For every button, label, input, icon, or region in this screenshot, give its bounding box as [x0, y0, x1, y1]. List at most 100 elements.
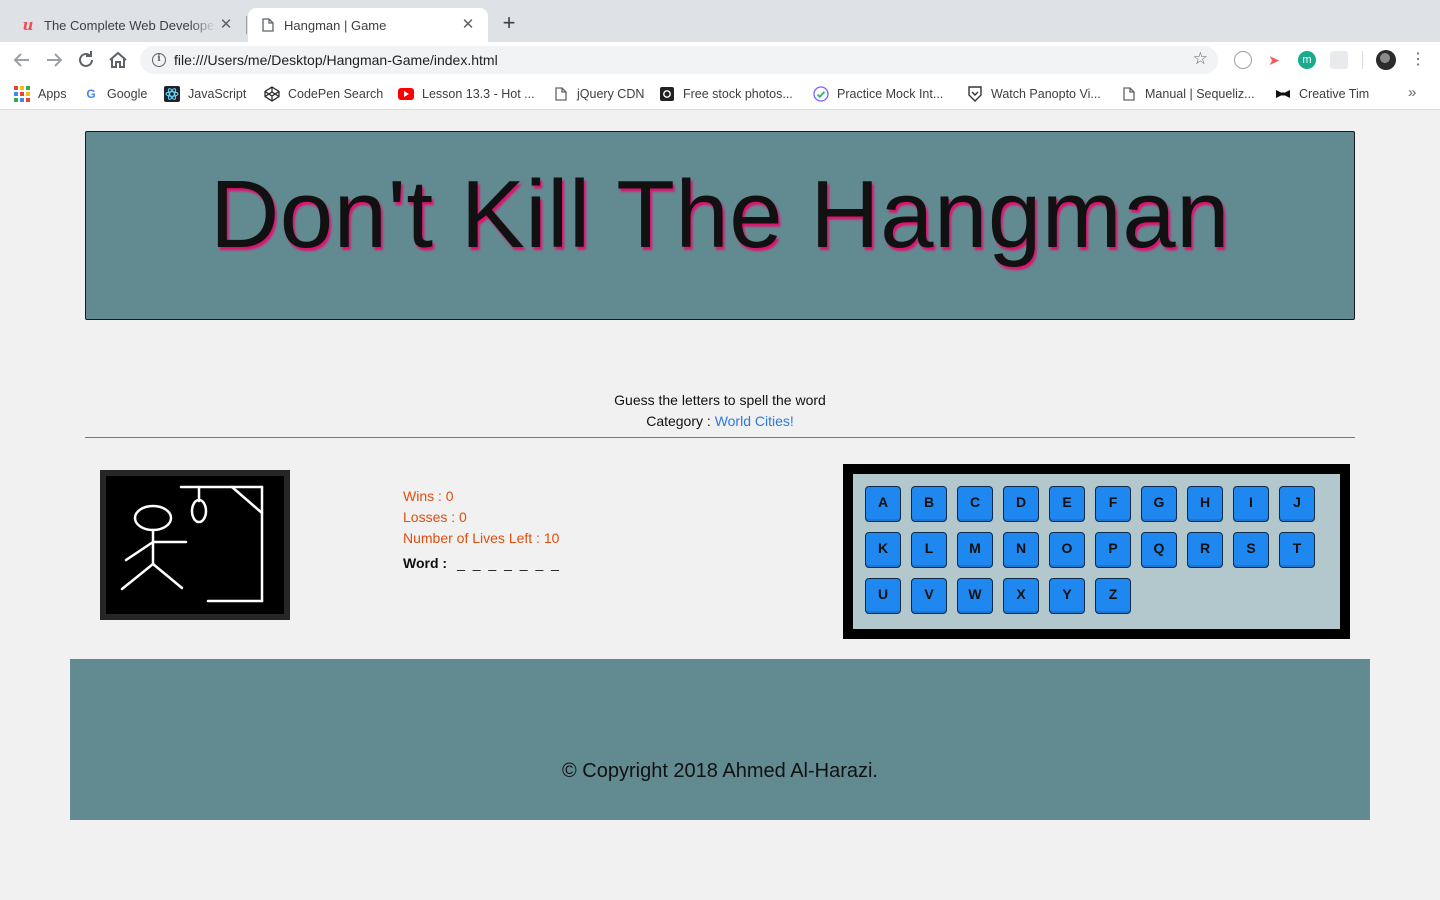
codepen-icon — [264, 86, 280, 102]
home-icon[interactable] — [106, 48, 130, 72]
letter-key-t[interactable]: T — [1279, 532, 1315, 568]
letter-key-e[interactable]: E — [1049, 486, 1085, 522]
category-value: World Cities! — [714, 413, 794, 429]
document-icon — [260, 17, 276, 33]
letter-key-m[interactable]: M — [957, 532, 993, 568]
letter-key-i[interactable]: I — [1233, 486, 1269, 522]
letter-key-j[interactable]: J — [1279, 486, 1315, 522]
letter-key-f[interactable]: F — [1095, 486, 1131, 522]
page-title: Don't Kill The Hangman — [209, 160, 1231, 268]
header-banner: Don't Kill The Hangman — [85, 131, 1355, 320]
bookmark-codepen[interactable]: CodePen Search — [264, 84, 383, 104]
forward-arrow-icon[interactable] — [42, 48, 66, 72]
letter-key-p[interactable]: P — [1095, 532, 1131, 568]
category-label: Category : — [646, 413, 715, 429]
letter-key-c[interactable]: C — [957, 486, 993, 522]
document-icon — [553, 86, 569, 102]
check-icon — [813, 86, 829, 102]
letter-key-q[interactable]: Q — [1141, 532, 1177, 568]
letter-key-s[interactable]: S — [1233, 532, 1269, 568]
bookmark-label: Google — [107, 87, 148, 101]
tab-udemy[interactable]: u The Complete Web Developer Bootcamp ✕ — [8, 8, 246, 42]
bowtie-icon — [1275, 86, 1291, 102]
camera-icon — [659, 86, 675, 102]
back-arrow-icon[interactable] — [10, 48, 34, 72]
address-bar[interactable]: i file:///Users/me/Desktop/Hangman-Game/… — [140, 46, 1218, 74]
profile-avatar-icon[interactable] — [1376, 50, 1396, 70]
bookmark-label: Manual | Sequeliz... — [1145, 87, 1255, 101]
tab-hangman[interactable]: Hangman | Game ✕ — [248, 8, 488, 42]
close-icon[interactable]: ✕ — [460, 17, 476, 33]
document-icon — [1121, 86, 1137, 102]
category-line: Category : World Cities! — [0, 413, 1440, 429]
tab-separator — [246, 16, 247, 34]
reload-icon[interactable] — [74, 48, 98, 72]
letter-key-y[interactable]: Y — [1049, 578, 1085, 614]
bookmark-stock-photos[interactable]: Free stock photos... — [659, 84, 793, 104]
word-label: Word : — [403, 555, 448, 571]
losses-count: Losses : 0 — [403, 509, 467, 525]
divider — [85, 437, 1355, 438]
address-url[interactable]: file:///Users/me/Desktop/Hangman-Game/in… — [174, 52, 498, 68]
bookmark-apps[interactable]: Apps — [14, 84, 67, 104]
udemy-icon: u — [22, 16, 34, 34]
letter-key-d[interactable]: D — [1003, 486, 1039, 522]
letter-key-b[interactable]: B — [911, 486, 947, 522]
extension-arrow-icon[interactable]: ➤ — [1265, 51, 1283, 69]
bookmark-star-icon[interactable]: ☆ — [1193, 49, 1208, 69]
letter-key-x[interactable]: X — [1003, 578, 1039, 614]
letter-key-g[interactable]: G — [1141, 486, 1177, 522]
word-display: Word : _ _ _ _ _ _ _ — [403, 553, 561, 574]
bookmark-label: Lesson 13.3 - Hot ... — [422, 87, 535, 101]
bookmark-javascript[interactable]: JavaScript — [164, 84, 246, 104]
letter-key-v[interactable]: V — [911, 578, 947, 614]
word-blanks: _ _ _ _ _ _ _ — [457, 555, 561, 571]
tab-title: The Complete Web Developer Bootcamp — [44, 17, 216, 33]
letter-keyboard: ABCDEFGHIJ KLMNOPQRST UVWXYZ — [843, 464, 1350, 639]
bookmark-label: jQuery CDN — [577, 87, 645, 101]
apps-grid-icon — [14, 86, 30, 102]
letter-key-r[interactable]: R — [1187, 532, 1223, 568]
letter-key-z[interactable]: Z — [1095, 578, 1131, 614]
letter-key-n[interactable]: N — [1003, 532, 1039, 568]
letter-key-k[interactable]: K — [865, 532, 901, 568]
bookmark-google[interactable]: G Google — [83, 84, 147, 104]
bookmark-label: Apps — [38, 87, 67, 101]
letter-key-a[interactable]: A — [865, 486, 901, 522]
info-icon[interactable]: i — [152, 53, 166, 67]
kebab-menu-icon[interactable]: ⋮ — [1408, 48, 1428, 72]
bookmark-mock-interview[interactable]: Practice Mock Int... — [813, 84, 943, 104]
bookmark-label: CodePen Search — [288, 87, 384, 101]
bookmark-panopto[interactable]: Watch Panopto Vi... — [967, 84, 1101, 104]
letter-key-w[interactable]: W — [957, 578, 993, 614]
browser-toolbar: i file:///Users/me/Desktop/Hangman-Game/… — [0, 42, 1440, 78]
letter-key-l[interactable]: L — [911, 532, 947, 568]
extension-circle-icon[interactable] — [1234, 51, 1252, 69]
react-icon — [164, 86, 180, 102]
shield-icon — [967, 86, 983, 102]
instruction-text: Guess the letters to spell the word — [614, 392, 826, 408]
hangman-image — [100, 470, 290, 620]
bookmark-creative-tim[interactable]: Creative Tim — [1275, 84, 1369, 104]
game-stats: Wins : 0 Losses : 0 Number of Lives Left… — [403, 486, 561, 574]
bookmark-label: JavaScript — [188, 87, 247, 101]
letter-key-o[interactable]: O — [1049, 532, 1085, 568]
browser-tabstrip: u The Complete Web Developer Bootcamp ✕ … — [0, 0, 1440, 42]
bookmark-sequelize[interactable]: Manual | Sequeliz... — [1121, 84, 1255, 104]
hangman-drawing — [120, 485, 264, 603]
extension-square-icon[interactable] — [1330, 51, 1348, 69]
close-icon[interactable]: ✕ — [218, 17, 234, 33]
bookmark-label: Creative Tim — [1299, 87, 1370, 101]
new-tab-icon[interactable]: + — [499, 12, 519, 34]
letter-key-u[interactable]: U — [865, 578, 901, 614]
lives-left: Number of Lives Left : 10 — [403, 530, 560, 546]
copyright-text: © Copyright 2018 Ahmed Al-Harazi. — [561, 760, 878, 782]
double-chevron-icon[interactable]: » — [1408, 84, 1416, 101]
toolbar-separator — [1362, 51, 1363, 69]
bookmarks-bar: Apps G Google JavaScript CodePen Search … — [0, 78, 1440, 110]
bookmark-label: Free stock photos... — [683, 87, 793, 101]
bookmark-lesson[interactable]: Lesson 13.3 - Hot ... — [398, 84, 535, 104]
letter-key-h[interactable]: H — [1187, 486, 1223, 522]
bookmark-jquery[interactable]: jQuery CDN — [553, 84, 644, 104]
extension-m-icon[interactable]: m — [1298, 51, 1316, 69]
